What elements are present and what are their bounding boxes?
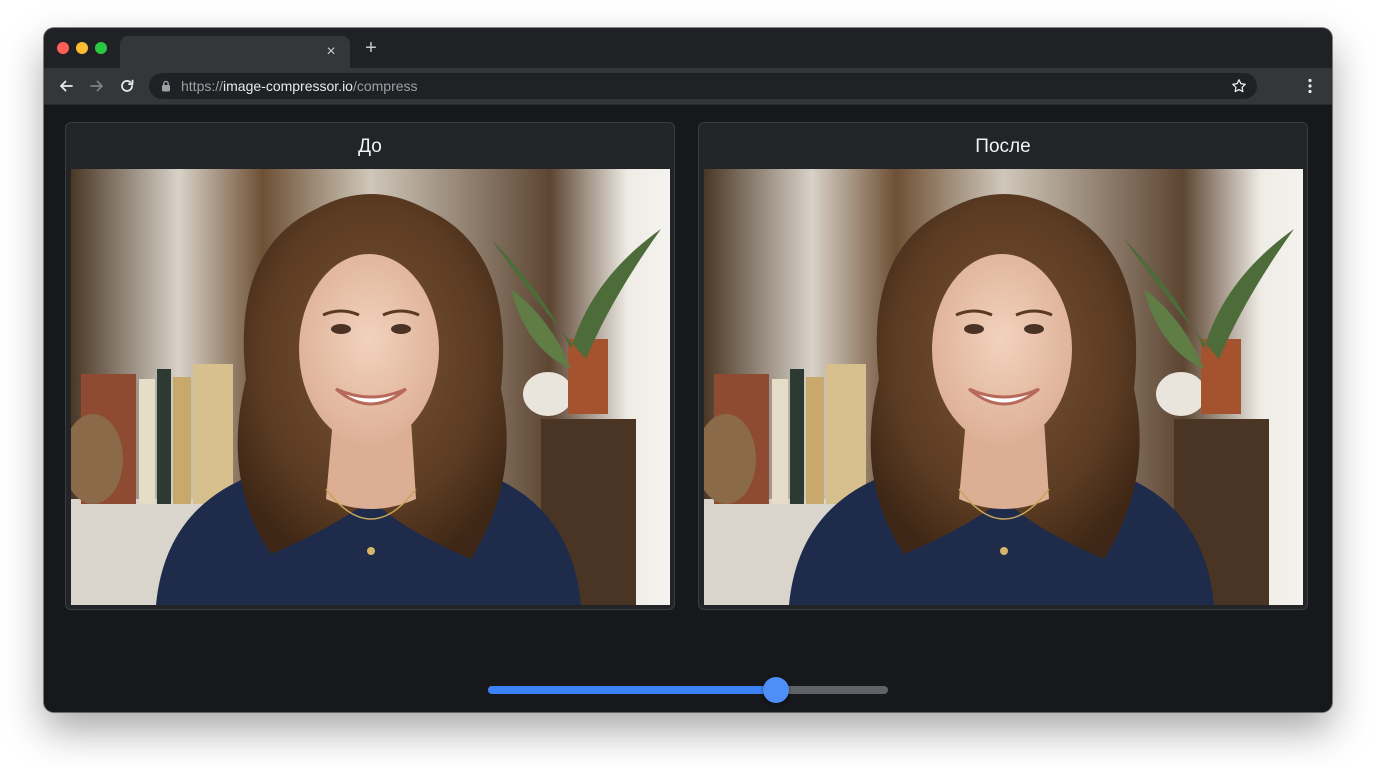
maximize-window-button[interactable] bbox=[95, 42, 107, 54]
before-panel: До bbox=[65, 122, 675, 610]
arrow-right-icon bbox=[90, 80, 103, 92]
reload-button[interactable] bbox=[117, 76, 137, 96]
before-image bbox=[71, 169, 670, 605]
new-tab-button[interactable]: + bbox=[362, 38, 380, 58]
browser-tab-active[interactable]: × bbox=[120, 36, 350, 68]
after-panel: После bbox=[698, 122, 1308, 610]
address-bar[interactable]: https://image-compressor.io/compress bbox=[149, 73, 1257, 99]
forward-button[interactable] bbox=[87, 76, 107, 96]
slider-thumb[interactable] bbox=[763, 677, 789, 703]
after-image bbox=[704, 169, 1303, 605]
browser-toolbar: https://image-compressor.io/compress bbox=[44, 68, 1332, 105]
back-button[interactable] bbox=[56, 76, 76, 96]
lock-icon[interactable] bbox=[160, 80, 172, 92]
url-text[interactable]: https://image-compressor.io/compress bbox=[181, 73, 418, 99]
close-window-button[interactable] bbox=[57, 42, 69, 54]
browser-menu-button[interactable] bbox=[1302, 76, 1318, 96]
before-label: До bbox=[358, 136, 382, 157]
star-icon[interactable] bbox=[1231, 78, 1247, 94]
arrow-left-icon bbox=[60, 80, 73, 92]
quality-slider[interactable] bbox=[488, 677, 888, 703]
page-content: До После bbox=[44, 105, 1332, 712]
tab-close-icon[interactable]: × bbox=[322, 43, 340, 61]
reload-icon bbox=[121, 79, 134, 92]
after-label: После bbox=[975, 136, 1031, 157]
kebab-menu-icon bbox=[1308, 78, 1312, 94]
tab-strip: × + bbox=[44, 28, 1332, 68]
slider-fill bbox=[488, 686, 776, 694]
browser-window: × + https://image-compressor.io/compress… bbox=[44, 28, 1332, 712]
minimize-window-button[interactable] bbox=[76, 42, 88, 54]
